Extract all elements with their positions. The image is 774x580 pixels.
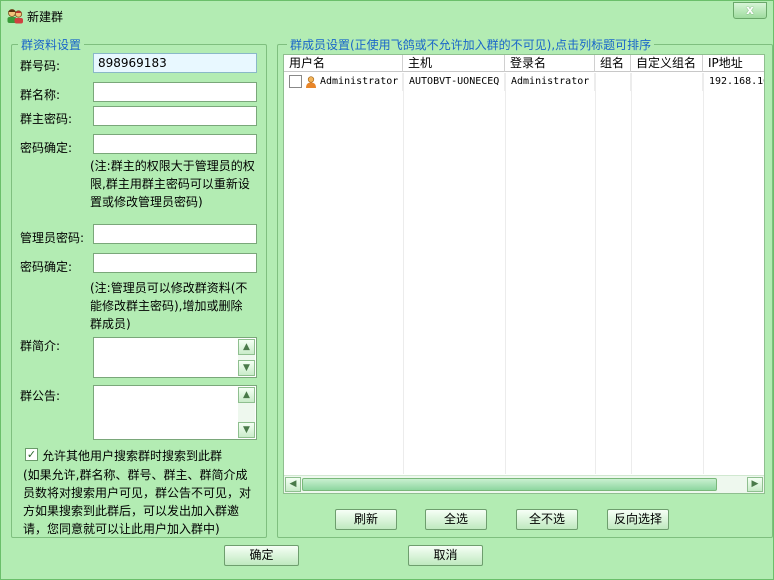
scroll-up-icon[interactable]: ▲ — [238, 387, 255, 403]
cell-group — [595, 73, 631, 91]
group-number-field[interactable]: 898969183 — [93, 53, 257, 73]
admin-password-label: 管理员密码: — [20, 231, 85, 245]
column-header-login[interactable]: 登录名 — [505, 55, 595, 72]
scroll-thumb[interactable] — [302, 478, 717, 491]
refresh-button[interactable]: 刷新 — [335, 509, 397, 530]
horizontal-scrollbar[interactable]: ◀ ▶ — [284, 475, 764, 493]
owner-password-confirm-field[interactable] — [93, 134, 257, 154]
owner-note: (注:群主的权限大于管理员的权 限,群主用群主密码可以重新设 置或修改管理员密码… — [90, 159, 255, 209]
intro-label: 群简介: — [20, 339, 61, 353]
cell-username: Administrator — [315, 73, 403, 91]
new-group-dialog: 新建群 x 群资料设置 群号码: 898969183 群名称: 群主密码: 密码… — [0, 0, 774, 580]
checkmark-icon: ✓ — [26, 448, 37, 461]
admin-note: (注:管理员可以修改群资料(不 能修改群主密码),增加或删除 群成员) — [90, 281, 248, 331]
cell-custom-group — [631, 73, 703, 91]
group-name-field[interactable] — [93, 82, 257, 102]
cell-login: Administrator — [505, 73, 595, 91]
group-number-label: 群号码: — [20, 59, 61, 73]
notice-textarea[interactable]: ▲ ▼ — [93, 385, 257, 440]
scroll-down-icon[interactable]: ▼ — [238, 422, 255, 438]
cancel-button[interactable]: 取消 — [408, 545, 483, 566]
column-header-custom-group[interactable]: 自定义组名 — [631, 55, 703, 72]
row-checkbox[interactable] — [289, 75, 302, 88]
owner-password-label: 群主密码: — [20, 112, 73, 126]
close-icon: x — [746, 3, 754, 17]
allow-search-label[interactable]: 允许其他用户搜索群时搜索到此群 — [42, 447, 222, 464]
column-header-group[interactable]: 组名 — [595, 55, 631, 72]
scroll-left-icon[interactable]: ◀ — [285, 477, 301, 492]
cell-host: AUTOBVT-UONECEQ — [403, 73, 505, 91]
invert-selection-button[interactable]: 反向选择 — [607, 509, 669, 530]
group-name-label: 群名称: — [20, 88, 61, 102]
member-table[interactable]: 用户名 主机 登录名 组名 自定义组名 IP地址 Administrator A… — [283, 54, 765, 494]
notice-label: 群公告: — [20, 389, 61, 403]
select-none-button[interactable]: 全不选 — [516, 509, 578, 530]
owner-password-field[interactable] — [93, 106, 257, 126]
scroll-right-icon[interactable]: ▶ — [747, 477, 763, 492]
intro-scrollbar[interactable]: ▲ ▼ — [238, 339, 255, 376]
table-row[interactable]: Administrator AUTOBVT-UONECEQ Administra… — [284, 73, 764, 91]
admin-password-confirm-label: 密码确定: — [20, 260, 73, 274]
members-legend: 群成员设置(正使用飞鸽或不允许加入群的不可见),点击列标题可排序 — [287, 36, 655, 53]
column-header-username[interactable]: 用户名 — [284, 55, 403, 72]
close-button[interactable]: x — [733, 2, 767, 19]
ok-button[interactable]: 确定 — [224, 545, 299, 566]
title-bar[interactable]: 新建群 x — [1, 1, 773, 31]
scroll-down-icon[interactable]: ▼ — [238, 360, 255, 376]
allow-search-checkbox[interactable]: ✓ — [25, 448, 38, 461]
select-all-button[interactable]: 全选 — [425, 509, 487, 530]
cell-ip: 192.168.10 — [709, 76, 764, 87]
admin-password-field[interactable] — [93, 224, 257, 244]
notice-scrollbar[interactable]: ▲ ▼ — [238, 387, 255, 438]
search-note: (如果允许,群名称、群号、群主、群简介成 员数将对搜索用户可见，群公告不可见，对… — [23, 468, 252, 536]
scroll-up-icon[interactable]: ▲ — [238, 339, 255, 355]
admin-password-confirm-field[interactable] — [93, 253, 257, 273]
users-icon — [7, 9, 23, 24]
column-header-ip[interactable]: IP地址 — [703, 55, 764, 72]
group-info-legend: 群资料设置 — [18, 36, 85, 53]
owner-password-confirm-label: 密码确定: — [20, 141, 73, 155]
intro-textarea[interactable]: ▲ ▼ — [93, 337, 257, 378]
window-title: 新建群 — [27, 10, 64, 24]
column-header-host[interactable]: 主机 — [403, 55, 505, 72]
